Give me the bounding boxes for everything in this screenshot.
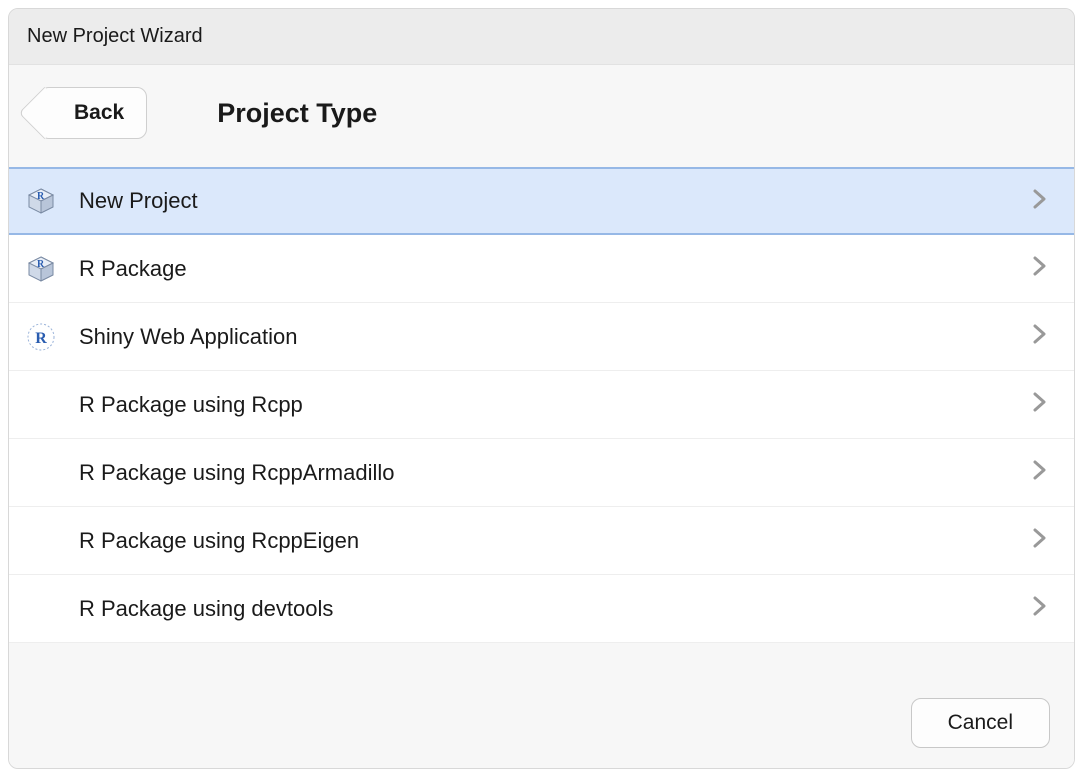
item-chevron xyxy=(1032,526,1048,555)
chevron-right-icon xyxy=(1032,322,1048,346)
cancel-button[interactable]: Cancel xyxy=(911,698,1050,748)
item-icon-slot xyxy=(23,523,59,559)
project-type-item[interactable]: R Package using Rcpp xyxy=(9,371,1074,439)
project-type-list: R New Project R R Package R Shiny Web Applica… xyxy=(9,167,1074,643)
spacer xyxy=(9,643,1074,678)
item-chevron xyxy=(1032,254,1048,283)
project-type-item[interactable]: R Package using devtools xyxy=(9,575,1074,643)
dialog-title: New Project Wizard xyxy=(27,25,203,47)
item-label: R Package using RcppArmadillo xyxy=(75,460,1016,486)
svg-text:R: R xyxy=(37,191,45,202)
item-label: Shiny Web Application xyxy=(75,324,1016,350)
item-chevron xyxy=(1032,594,1048,623)
back-button[interactable]: Back xyxy=(39,87,147,139)
chevron-right-icon xyxy=(1032,187,1048,211)
chevron-right-icon xyxy=(1032,594,1048,618)
cube-icon: R xyxy=(26,254,56,284)
item-icon-slot xyxy=(23,455,59,491)
item-chevron xyxy=(1032,390,1048,419)
item-chevron xyxy=(1032,187,1048,216)
project-type-item[interactable]: R R Package xyxy=(9,235,1074,303)
project-type-item[interactable]: R New Project xyxy=(9,167,1074,235)
item-label: R Package xyxy=(75,256,1016,282)
dialog-title-bar: New Project Wizard xyxy=(9,9,1074,65)
chevron-right-icon xyxy=(1032,526,1048,550)
item-label: New Project xyxy=(75,188,1016,214)
chevron-right-icon xyxy=(1032,254,1048,278)
project-type-item[interactable]: R Package using RcppEigen xyxy=(9,507,1074,575)
item-icon-slot xyxy=(23,591,59,627)
chevron-right-icon xyxy=(1032,390,1048,414)
item-chevron xyxy=(1032,322,1048,351)
dialog-footer: Cancel xyxy=(9,678,1074,768)
item-icon-slot: R xyxy=(23,251,59,287)
item-label: R Package using RcppEigen xyxy=(75,528,1016,554)
svg-text:R: R xyxy=(35,330,47,347)
item-icon-slot: R xyxy=(23,183,59,219)
dialog-header: Back Project Type xyxy=(9,65,1074,167)
page-title: Project Type xyxy=(217,98,377,129)
cube-icon: R xyxy=(26,186,56,216)
back-button-label: Back xyxy=(74,101,124,125)
chevron-right-icon xyxy=(1032,458,1048,482)
item-icon-slot: R xyxy=(23,319,59,355)
item-chevron xyxy=(1032,458,1048,487)
project-type-item[interactable]: R Shiny Web Application xyxy=(9,303,1074,371)
item-label: R Package using devtools xyxy=(75,596,1016,622)
item-icon-slot xyxy=(23,387,59,423)
r-circle-icon: R xyxy=(26,322,56,352)
cancel-button-label: Cancel xyxy=(948,711,1013,734)
new-project-wizard-dialog: New Project Wizard Back Project Type R Ne… xyxy=(8,8,1075,769)
svg-text:R: R xyxy=(37,259,45,270)
item-label: R Package using Rcpp xyxy=(75,392,1016,418)
project-type-item[interactable]: R Package using RcppArmadillo xyxy=(9,439,1074,507)
